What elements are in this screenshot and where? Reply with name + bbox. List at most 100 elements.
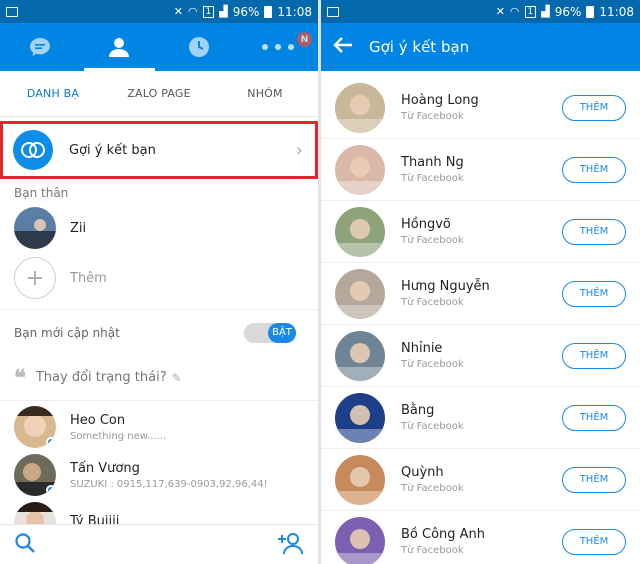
status-update-row[interactable]: ❝ Thay đổi trạng thái? ✎ <box>0 355 318 401</box>
avatar <box>335 82 385 133</box>
list-item[interactable]: Hoàng Long Từ Facebook THÊM <box>321 77 640 139</box>
avatar <box>335 516 385 564</box>
page-title: Gợi ý kết bạn <box>369 38 470 56</box>
friend-status: SUZUKI : 0915,117,639-0903,92,96,44! <box>70 478 268 490</box>
clock: 11:08 <box>599 4 634 19</box>
main-tab-bar: N <box>0 23 318 71</box>
back-arrow-icon[interactable] <box>333 35 359 60</box>
chat-icon <box>29 38 50 56</box>
list-item[interactable]: Quỳnh Từ Facebook THÊM <box>321 449 640 511</box>
status-bar: ✕ ◠ 1 ▟ 96% 11:08 <box>0 0 318 23</box>
suggestion-name: Bằng <box>401 403 435 418</box>
suggestion-source: Từ Facebook <box>401 421 464 432</box>
list-item[interactable]: Bồ Công Anh Từ Facebook THÊM <box>321 511 640 564</box>
close-friends-heading: Bạn thân <box>14 186 69 200</box>
battery-text: 96% <box>232 4 260 19</box>
avatar <box>14 406 56 448</box>
subtab-zalo-page[interactable]: ZALO PAGE <box>106 71 212 116</box>
wifi-icon: ◠ <box>187 5 198 18</box>
add-button[interactable]: THÊM <box>562 94 626 121</box>
avatar <box>335 330 385 381</box>
add-button[interactable]: THÊM <box>562 218 626 245</box>
subtab-contacts[interactable]: DANH BẠ <box>0 71 106 116</box>
suggestions-header: Gợi ý kết bạn <box>321 23 640 71</box>
avatar <box>14 207 56 249</box>
friend-name: Tấn Vương <box>70 460 140 476</box>
avatar <box>14 454 56 496</box>
tab-contacts[interactable] <box>80 23 160 71</box>
close-friend-row[interactable]: Zii <box>0 203 318 253</box>
list-item[interactable]: Hồngvõ Từ Facebook THÊM <box>321 201 640 263</box>
wifi-icon: ◠ <box>509 5 520 18</box>
mute-icon: ✕ <box>495 5 505 18</box>
tab-timeline[interactable] <box>159 23 239 71</box>
signal-icon: ▟ <box>219 5 228 18</box>
clock-icon <box>188 37 209 57</box>
add-button[interactable]: THÊM <box>562 528 626 555</box>
plus-icon: + <box>14 257 56 299</box>
recent-updates-row: Bạn mới cập nhật BẬT <box>0 309 318 355</box>
suggestion-name: Hồngvõ <box>401 217 451 232</box>
contacts-screen: ✕ ◠ 1 ▟ 96% 11:08 N DANH BẠ ZALO PAGE NH… <box>0 0 318 564</box>
pencil-icon: ✎ <box>171 370 182 385</box>
friend-suggestions-screen: ✕ ◠ 1 ▟ 96% 11:08 Gợi ý kết bạn Hoàng Lo… <box>321 0 640 564</box>
friend-suggestions-entry[interactable]: Gợi ý kết bạn › <box>0 121 318 179</box>
add-button[interactable]: THÊM <box>562 280 626 307</box>
suggestion-source: Từ Facebook <box>401 483 464 494</box>
battery-icon <box>586 5 595 18</box>
list-item[interactable]: Heo Con Something new...... <box>0 405 318 449</box>
person-icon <box>109 38 130 57</box>
add-friend-icon <box>278 532 303 554</box>
add-button[interactable]: THÊM <box>562 404 626 431</box>
more-dots-icon <box>262 44 295 50</box>
list-item[interactable]: Thanh Ng Từ Facebook THÊM <box>321 139 640 201</box>
notification-badge: N <box>297 32 312 47</box>
search-icon <box>15 532 35 553</box>
tab-more[interactable]: N <box>239 23 319 71</box>
avatar <box>335 144 385 195</box>
suggestion-source: Từ Facebook <box>401 359 464 370</box>
add-friend-button[interactable] <box>278 531 304 559</box>
contacts-subtabs: DANH BẠ ZALO PAGE NHÓM <box>0 71 318 117</box>
list-item[interactable]: Hưng Nguyễn Từ Facebook THÊM <box>321 263 640 325</box>
search-button[interactable] <box>14 532 36 558</box>
battery-text: 96% <box>554 4 582 19</box>
status-bar: ✕ ◠ 1 ▟ 96% 11:08 <box>321 0 640 23</box>
signal-icon: ▟ <box>541 5 550 18</box>
add-button[interactable]: THÊM <box>562 156 626 183</box>
add-button[interactable]: THÊM <box>562 466 626 493</box>
suggestion-name: Nhỉnie <box>401 341 443 356</box>
avatar <box>335 454 385 505</box>
screenshot-icon <box>6 6 18 17</box>
sim-indicator: 1 <box>202 5 215 18</box>
list-item[interactable]: Bằng Từ Facebook THÊM <box>321 387 640 449</box>
suggestion-source: Từ Facebook <box>401 235 464 246</box>
recent-updates-label: Bạn mới cập nhật <box>14 325 120 340</box>
tab-messages[interactable] <box>0 23 80 71</box>
suggestion-name: Quỳnh <box>401 465 444 480</box>
avatar <box>335 392 385 443</box>
suggest-rings-icon <box>13 130 53 170</box>
battery-icon <box>264 5 273 18</box>
sim-indicator: 1 <box>524 5 537 18</box>
suggestion-list: Hoàng Long Từ Facebook THÊM Thanh Ng Từ Face… <box>321 71 640 564</box>
list-item[interactable]: Nhỉnie Từ Facebook THÊM <box>321 325 640 387</box>
mute-icon: ✕ <box>173 5 183 18</box>
online-indicator <box>46 485 56 495</box>
toggle-knob: BẬT <box>268 322 296 343</box>
suggestion-source: Từ Facebook <box>401 111 464 122</box>
clock: 11:08 <box>277 4 312 19</box>
status-prompt: Thay đổi trạng thái? <box>35 370 167 385</box>
screenshot-icon <box>327 6 339 17</box>
list-item[interactable]: Tấn Vương SUZUKI : 0915,117,639-0903,92,… <box>0 453 318 497</box>
recent-updates-toggle[interactable]: BẬT <box>244 322 296 343</box>
suggest-label: Gợi ý kết bạn <box>69 142 156 158</box>
add-close-friend-row[interactable]: + Thêm <box>0 253 318 303</box>
add-button[interactable]: THÊM <box>562 342 626 369</box>
avatar <box>335 206 385 257</box>
suggestion-name: Hoàng Long <box>401 93 479 108</box>
avatar <box>335 268 385 319</box>
subtab-groups[interactable]: NHÓM <box>212 71 318 116</box>
quote-icon: ❝ <box>14 364 26 391</box>
suggestion-source: Từ Facebook <box>401 173 464 184</box>
